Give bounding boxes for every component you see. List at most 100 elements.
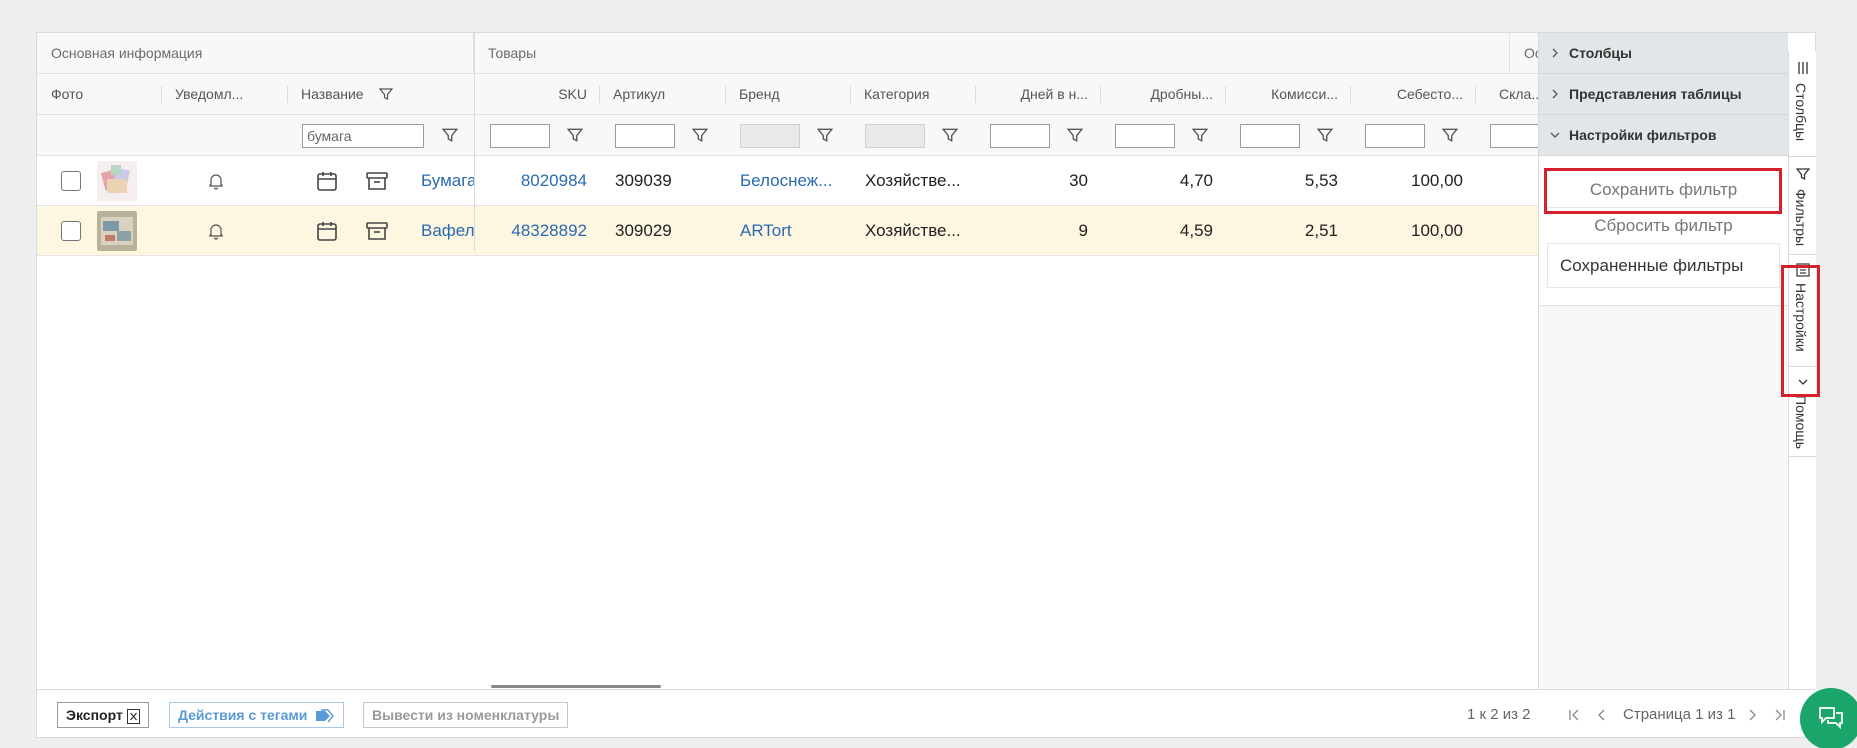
table-row[interactable]: Вафель 48328892 309029 ARTort Хозяйстве.… (37, 206, 1538, 256)
col-days[interactable]: Дней в н... (975, 74, 1100, 115)
first-page-icon[interactable] (1567, 708, 1581, 722)
bell-icon[interactable] (207, 172, 225, 190)
filter-icon[interactable] (379, 87, 393, 101)
page-indicator: Страница 1 из 1 (1623, 706, 1736, 723)
columns-section-header[interactable]: Столбцы (1539, 33, 1788, 74)
filter-icon[interactable] (692, 127, 708, 143)
data-grid-panel: Основная информация Товары Остатки Фото … (36, 32, 1816, 738)
commission-value: 2,51 (1304, 221, 1338, 240)
annotation-save-filter (1544, 168, 1782, 214)
commission-filter-input[interactable] (1240, 124, 1300, 148)
calendar-icon[interactable] (315, 219, 339, 243)
col-category[interactable]: Категория (850, 74, 975, 115)
days-filter-input[interactable] (990, 124, 1050, 148)
col-sku[interactable]: SKU (474, 74, 599, 115)
archive-icon[interactable] (365, 169, 389, 193)
tab-filters-label: Фильтры (1793, 189, 1809, 247)
filter-icon[interactable] (942, 127, 958, 143)
filter-icon (1796, 168, 1810, 181)
saved-filters-link[interactable]: Сохраненные фильтры (1547, 244, 1780, 288)
filter-icon[interactable] (1067, 127, 1083, 143)
group-goods: Товары (474, 33, 1510, 74)
name-filter-input[interactable] (302, 124, 424, 148)
tag-actions-label: Действия с тегами (178, 707, 308, 723)
calendar-icon[interactable] (315, 169, 339, 193)
excel-icon (126, 708, 140, 724)
col-brand[interactable]: Бренд (725, 74, 850, 115)
filter-icon[interactable] (817, 127, 833, 143)
brand-link[interactable]: ARTort (740, 206, 845, 256)
col-article[interactable]: Артикул (599, 74, 725, 115)
grid-footer: Экспорт Действия с тегами Вывести из ном… (37, 689, 1815, 737)
warehouse-filter-input[interactable] (1490, 124, 1538, 148)
grid-area: Основная информация Товары Остатки Фото … (37, 33, 1539, 689)
column-header-row: Фото Уведомл... Название SKU Артикул Бре… (37, 74, 1538, 115)
article-filter-input[interactable] (615, 124, 675, 148)
horizontal-scrollbar[interactable] (491, 685, 661, 688)
col-commission[interactable]: Комисси... (1225, 74, 1350, 115)
product-name-link[interactable]: Бумага (421, 156, 474, 206)
row-count: 1 к 2 из 2 (1467, 706, 1531, 723)
columns-section-label: Столбцы (1569, 45, 1632, 61)
article-value: 309039 (615, 171, 672, 190)
col-notify[interactable]: Уведомл... (161, 74, 287, 115)
tab-filters[interactable]: Фильтры (1789, 157, 1816, 255)
tab-help-label: Помощь (1793, 395, 1809, 450)
fractional-value: 4,59 (1179, 221, 1213, 240)
filter-icon[interactable] (1192, 127, 1208, 143)
filter-icon[interactable] (1442, 127, 1458, 143)
sku-link[interactable]: 8020984 (474, 156, 587, 206)
fractional-value: 4,70 (1179, 171, 1213, 190)
chevron-right-icon (1552, 48, 1558, 58)
next-page-icon[interactable] (1745, 708, 1759, 722)
archive-icon[interactable] (365, 219, 389, 243)
col-warehouse[interactable]: Скла... (1475, 74, 1538, 115)
chat-icon (1819, 707, 1843, 730)
chevron-down-icon (1550, 132, 1560, 138)
col-fractional[interactable]: Дробны... (1100, 74, 1225, 115)
export-button[interactable]: Экспорт (57, 702, 149, 728)
days-value: 9 (1078, 221, 1088, 240)
product-photo (97, 161, 137, 201)
group-stock: Остатки (1524, 45, 1538, 61)
tag-icon (316, 709, 335, 723)
sku-link[interactable]: 48328892 (474, 206, 587, 256)
bell-icon[interactable] (207, 222, 225, 240)
sku-filter-input[interactable] (490, 124, 550, 148)
last-page-icon[interactable] (1773, 708, 1787, 722)
views-section-header[interactable]: Представления таблицы (1539, 74, 1788, 115)
tab-columns[interactable]: Столбцы (1789, 51, 1816, 157)
remove-from-nomenclature-button[interactable]: Вывести из номенклатуры (363, 702, 569, 728)
export-button-label: Экспорт (66, 707, 123, 723)
prev-page-icon[interactable] (1595, 708, 1609, 722)
col-cost[interactable]: Себесто... (1350, 74, 1475, 115)
tag-actions-button[interactable]: Действия с тегами (169, 702, 345, 728)
row-checkbox[interactable] (61, 221, 81, 241)
brand-filter-input (740, 124, 800, 148)
tab-columns-label: Столбцы (1793, 83, 1809, 142)
product-name-link[interactable]: Вафель (421, 206, 474, 256)
col-photo[interactable]: Фото (37, 74, 161, 115)
article-value: 309029 (615, 221, 672, 240)
cost-value: 100,00 (1411, 171, 1463, 190)
brand-link[interactable]: Белоснеж... (740, 156, 845, 206)
row-checkbox[interactable] (61, 171, 81, 191)
table-row[interactable]: Бумага 8020984 309039 Белоснеж... Хозяйс… (37, 156, 1538, 206)
cost-value: 100,00 (1411, 221, 1463, 240)
days-value: 30 (1069, 171, 1088, 190)
group-header-row: Основная информация Товары Остатки (37, 33, 1538, 74)
category-filter-input (865, 124, 925, 148)
filter-icon[interactable] (1317, 127, 1333, 143)
cost-filter-input[interactable] (1365, 124, 1425, 148)
filter-settings-section-header[interactable]: Настройки фильтров (1539, 115, 1788, 156)
columns-icon (1798, 62, 1808, 74)
group-main-info: Основная информация (37, 33, 474, 74)
filter-settings-section-label: Настройки фильтров (1569, 127, 1717, 143)
settings-side-panel: Столбцы Представления таблицы Настройки … (1539, 33, 1788, 689)
col-name[interactable]: Название (287, 74, 375, 115)
category-value: Хозяйстве... (865, 221, 961, 240)
fractional-filter-input[interactable] (1115, 124, 1175, 148)
chat-button[interactable] (1800, 688, 1857, 748)
filter-icon[interactable] (442, 127, 458, 143)
filter-icon[interactable] (567, 127, 583, 143)
